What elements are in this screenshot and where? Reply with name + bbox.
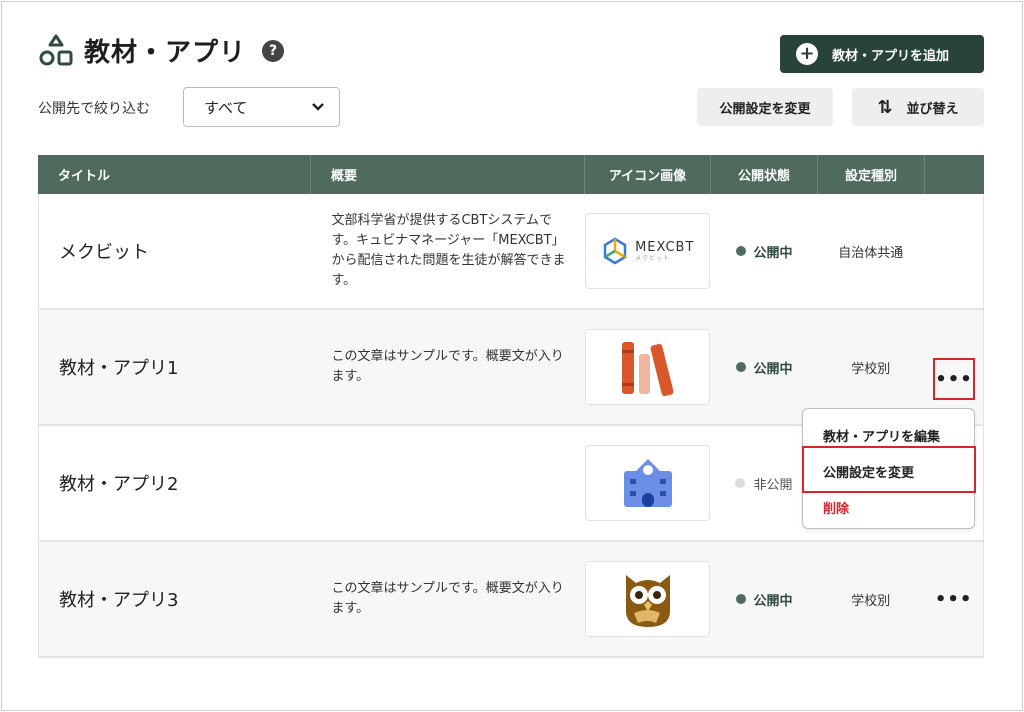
mexcbt-hexagon-icon — [603, 237, 627, 265]
col-actions — [925, 155, 984, 194]
row-type: 自治体共通 — [838, 245, 904, 261]
status-text: 公開中 — [753, 361, 793, 377]
col-status: 公開状態 — [711, 155, 818, 194]
page-title: 教材・アプリ — [84, 38, 247, 68]
sort-label: 並び替え — [906, 101, 959, 117]
sort-button[interactable]: ⇅ 並び替え — [852, 88, 984, 126]
filter-select[interactable]: すべて — [183, 87, 340, 127]
row-type: 学校別 — [851, 361, 891, 377]
owl-icon — [585, 561, 711, 637]
col-summary: 概要 — [311, 155, 585, 194]
status-dot — [735, 246, 746, 256]
row-title: メクビット — [59, 242, 149, 263]
add-app-button[interactable]: + 教材・アプリを追加 — [780, 35, 984, 73]
sort-icon: ⇅ — [877, 96, 893, 118]
owl-graphic — [625, 575, 670, 627]
status-dot — [735, 594, 746, 604]
status-badge: 公開中 — [735, 358, 793, 377]
status-badge: 非公開 — [735, 474, 792, 493]
filter-label: 公開先で絞り込む — [38, 101, 150, 117]
change-publish-label: 公開設定を変更 — [719, 101, 811, 117]
table-row[interactable]: メクビット 文部科学省が提供するCBTシステムです。キュビナマネージャー「MEX… — [38, 194, 984, 310]
col-icon: アイコン画像 — [585, 155, 711, 194]
plus-icon: + — [796, 43, 818, 65]
page-header: 教材・アプリ ? — [38, 32, 285, 69]
more-icon: ••• — [935, 368, 973, 390]
mexcbt-wordmark: MEXCBT — [635, 239, 695, 255]
table-header: タイトル 概要 アイコン画像 公開状態 設定種別 — [38, 155, 984, 194]
table-row[interactable]: 教材・アプリ3 この文章はサンプルです。概要文が入ります。 公開中 学校別 ••… — [38, 542, 984, 658]
row-title: 教材・アプリ3 — [59, 590, 179, 611]
row-summary: この文章はサンプルです。概要文が入ります。 — [331, 349, 564, 384]
status-text: 公開中 — [753, 245, 793, 261]
status-text: 公開中 — [753, 593, 793, 609]
school-building-icon — [585, 445, 711, 521]
chevron-down-icon — [312, 103, 324, 111]
filter-value: すべて — [204, 98, 248, 117]
status-text: 非公開 — [753, 477, 793, 493]
row-summary: 文部科学省が提供するCBTシステムです。キュビナマネージャー「MEXCBT」から… — [331, 213, 566, 288]
menu-delete[interactable]: 削除 — [803, 489, 974, 525]
row-more-button[interactable]: ••• — [933, 358, 975, 400]
row-title: 教材・アプリ1 — [59, 358, 179, 379]
apps-table: タイトル 概要 アイコン画像 公開状態 設定種別 メクビット 文部科学省が提供す… — [38, 155, 984, 658]
status-badge: 公開中 — [735, 242, 793, 261]
more-icon[interactable]: ••• — [935, 589, 973, 610]
books-graphic — [621, 342, 674, 396]
shapes-icon — [39, 34, 73, 65]
mexcbt-subtext: メクビット — [635, 254, 671, 262]
menu-highlight — [802, 446, 976, 493]
col-title: タイトル — [38, 155, 311, 194]
add-app-label: 教材・アプリを追加 — [832, 48, 950, 64]
mexcbt-logo: MEXCBT メクビット — [585, 213, 711, 289]
books-icon — [585, 329, 711, 405]
change-publish-button[interactable]: 公開設定を変更 — [697, 88, 833, 126]
status-dot — [735, 478, 746, 488]
row-type: 学校別 — [851, 593, 891, 609]
row-title: 教材・アプリ2 — [59, 474, 179, 495]
help-icon[interactable]: ? — [262, 39, 285, 62]
status-dot — [735, 362, 746, 372]
col-type: 設定種別 — [818, 155, 925, 194]
row-summary: この文章はサンプルです。概要文が入ります。 — [331, 581, 564, 616]
status-badge: 公開中 — [735, 590, 793, 609]
school-graphic — [623, 459, 672, 507]
